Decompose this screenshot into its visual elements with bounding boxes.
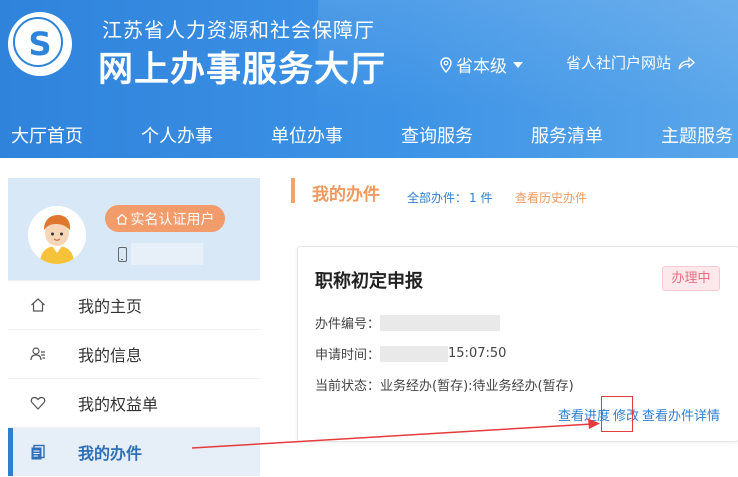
modify-highlight-box xyxy=(601,396,633,432)
avatar xyxy=(28,206,86,264)
site-title: 网上办事服务大厅 xyxy=(98,50,387,90)
share-arrow-icon xyxy=(678,56,695,69)
section-title: 我的办件 xyxy=(312,185,380,205)
location-pin-icon xyxy=(440,56,452,73)
home-icon xyxy=(31,298,45,312)
profile-panel: 实名认证用户 xyxy=(8,178,260,280)
nav-item-service-list[interactable]: 服务清单 xyxy=(531,122,603,148)
status-badge: 办理中 xyxy=(662,266,720,291)
sidebar-item-rights[interactable]: 我的权益单 xyxy=(8,378,260,427)
heart-icon xyxy=(30,396,46,410)
verified-user-badge: 实名认证用户 xyxy=(105,205,225,232)
case-title: 职称初定申报 xyxy=(315,271,423,292)
phone-icon xyxy=(118,246,127,262)
user-info-icon xyxy=(30,347,45,361)
nav-item-query[interactable]: 查询服务 xyxy=(401,122,473,148)
nav-item-unit[interactable]: 单位办事 xyxy=(271,122,343,148)
apply-time-label: 申请时间： xyxy=(315,348,381,363)
case-id-label: 办件编号： xyxy=(315,317,381,332)
case-id-redacted xyxy=(380,314,501,331)
sidebar-item-label: 我的主页 xyxy=(78,297,143,316)
view-details-link[interactable]: 查看办件详情 xyxy=(642,405,720,424)
sidebar-menu: 我的主页 我的信息 我的权益单 我的办件 xyxy=(8,280,260,476)
nav-item-home[interactable]: 大厅首页 xyxy=(11,122,83,148)
sidebar-item-my-cases[interactable]: 我的办件 xyxy=(8,427,260,476)
apply-time-row: 申请时间： 15:07:50 xyxy=(315,344,506,363)
case-card: 职称初定申报 办理中 办件编号： 申请时间： 15:07:50 当前状态： 业务… xyxy=(297,246,738,442)
sidebar-item-label: 我的权益单 xyxy=(78,395,159,414)
apply-time-value: 15:07:50 xyxy=(448,346,507,361)
portal-link[interactable]: 省人社门户网站 xyxy=(566,52,695,73)
sidebar-item-label: 我的信息 xyxy=(78,346,143,365)
caret-down-icon xyxy=(513,61,523,68)
logo-emblem-icon: S xyxy=(28,25,52,63)
case-count[interactable]: 全部办件： 1 件 xyxy=(407,189,492,206)
region-label: 省本级 xyxy=(456,57,507,77)
apply-date-redacted xyxy=(380,345,449,362)
current-state-label: 当前状态： xyxy=(315,379,381,394)
nav-item-topic[interactable]: 主题服务 xyxy=(661,122,733,148)
region-selector[interactable]: 省本级 xyxy=(440,52,523,77)
case-count-label: 全部办件： xyxy=(407,191,468,205)
site-header: S 江苏省人力资源和社会保障厅 网上办事服务大厅 省本级 省人社门户网站 大厅首… xyxy=(0,0,738,158)
site-logo[interactable]: S xyxy=(8,12,72,76)
main-nav: 大厅首页 个人办事 单位办事 查询服务 服务清单 主题服务 xyxy=(0,108,738,158)
case-id-row: 办件编号： xyxy=(315,313,501,332)
house-icon xyxy=(116,213,127,225)
section-accent-bar xyxy=(291,178,295,203)
sidebar: 实名认证用户 我的主页 我的信息 我的权益单 我的办件 xyxy=(8,178,260,477)
current-state-row: 当前状态： 业务经办(暂存):待业务经办(暂存) xyxy=(315,375,574,394)
case-actions: 查看进度 修改 查看办件详情 xyxy=(558,405,720,424)
history-cases-link[interactable]: 查看历史办件 xyxy=(515,189,587,206)
phone-row xyxy=(118,243,203,265)
verified-user-label: 实名认证用户 xyxy=(130,211,215,228)
sidebar-item-home[interactable]: 我的主页 xyxy=(8,280,260,329)
current-state-value: 业务经办(暂存):待业务经办(暂存) xyxy=(380,379,574,394)
org-name: 江苏省人力资源和社会保障厅 xyxy=(102,18,375,42)
nav-item-personal[interactable]: 个人办事 xyxy=(141,122,213,148)
portal-link-label: 省人社门户网站 xyxy=(566,54,672,72)
case-count-value: 1 件 xyxy=(469,191,493,205)
sidebar-item-info[interactable]: 我的信息 xyxy=(8,329,260,378)
documents-icon xyxy=(31,444,45,460)
phone-number-redacted xyxy=(131,243,203,265)
sidebar-item-label: 我的办件 xyxy=(78,444,143,463)
avatar-boy-icon xyxy=(28,206,86,264)
